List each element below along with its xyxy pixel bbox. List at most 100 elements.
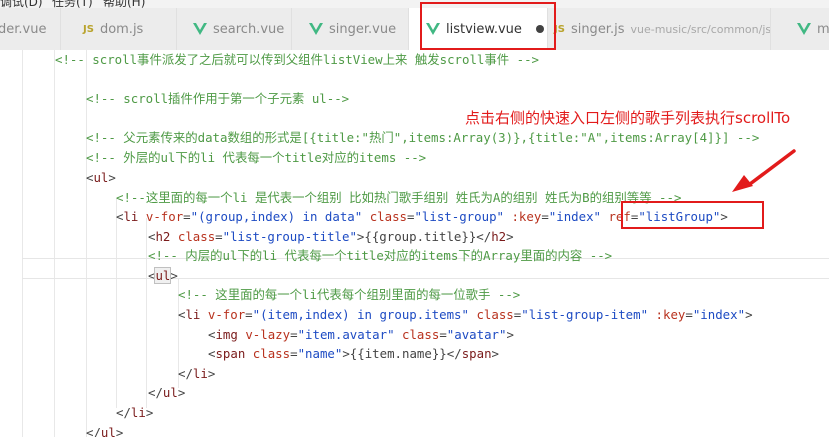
code-text: >: [506, 327, 514, 342]
tab-dom-js[interactable]: JS dom.js: [61, 8, 177, 50]
tab-label: dom.js: [99, 21, 144, 37]
code-tag: li: [185, 307, 201, 322]
vue-logo-icon: [309, 23, 323, 35]
code-tag: ul: [93, 170, 109, 185]
tab-singer-js[interactable]: JS singer.js vue-music/src/common/js: [548, 8, 771, 50]
code-string: "avatar": [446, 327, 507, 342]
code-line[interactable]: </li>: [116, 403, 153, 422]
code-text: >{{group.title}}</: [356, 229, 492, 244]
code-string: "name": [297, 346, 343, 361]
menu-item-debug[interactable]: 调试(D): [0, 0, 43, 8]
code-string: "item.avatar": [297, 327, 395, 342]
code-text: >: [177, 385, 186, 400]
code-tag: ul: [162, 385, 178, 400]
vue-logo-icon: [797, 23, 811, 35]
code-tag: span: [461, 346, 492, 361]
code-text: =: [215, 229, 223, 244]
menu-item-tasks[interactable]: 任务(T): [52, 0, 93, 8]
code-line[interactable]: </ul>: [148, 383, 185, 402]
current-line-border: [22, 278, 829, 279]
code-text: </: [116, 405, 131, 420]
code-attribute: class: [369, 209, 407, 224]
annotation-text: 点击右侧的快速入口左侧的歌手列表执行scrollTo: [465, 109, 791, 127]
indent-guide: [146, 218, 147, 408]
tab-singer-vue[interactable]: singer.vue: [292, 8, 409, 50]
tab-search-vue[interactable]: search.vue: [177, 8, 292, 50]
code-line[interactable]: <!-- 父元素传来的data数组的形式是[{title:"热门",items:…: [86, 128, 759, 147]
indent-guide: [54, 50, 55, 437]
menu-bar: 调试(D) 任务(T) 帮助(H): [0, 0, 829, 8]
code-comment: <!-- 父元素传来的data数组的形式是[{title:"热门",items:…: [86, 130, 760, 145]
code-line[interactable]: </li>: [178, 364, 215, 383]
code-line[interactable]: <!-- 这里面的每一个li代表每个组别里面的每一位歌手 -->: [178, 285, 520, 304]
code-tag: li: [130, 405, 146, 420]
code-text: >: [207, 366, 216, 381]
code-line[interactable]: <!-- 内层的ul下的li 代表每一个title对应的items下的Array…: [148, 246, 612, 265]
code-line[interactable]: <ul>: [148, 266, 178, 285]
tab-label: singer.vue: [329, 21, 397, 37]
code-comment: <!-- scroll事件派发了之后就可以传到父组件listView上来 触发s…: [55, 52, 539, 67]
code-text: </: [178, 366, 193, 381]
code-string: "index": [692, 307, 746, 322]
js-file-icon: JS: [83, 23, 94, 35]
tab-label: der.vue: [0, 21, 47, 37]
code-string: "list-group-item": [521, 307, 649, 322]
code-line[interactable]: <h2 class="list-group-title">{{group.tit…: [148, 227, 514, 246]
code-line[interactable]: <!-- scroll插件作用于第一个子元素 ul-->: [86, 89, 349, 108]
code-string: "list-group": [414, 209, 504, 224]
code-line[interactable]: </ul>: [86, 423, 123, 437]
code-line[interactable]: <ul>: [86, 168, 116, 187]
code-text: >: [745, 307, 753, 322]
menu-item-help[interactable]: 帮助(H): [103, 0, 145, 8]
code-line[interactable]: <!-- scroll事件派发了之后就可以传到父组件listView上来 触发s…: [55, 50, 539, 69]
code-line[interactable]: <!-- 外层的ul下的li 代表每一个title对应的items -->: [86, 148, 426, 167]
code-line[interactable]: <!--这里面的每一个li 是代表一个组别 比如热门歌手组别 姓氏为A的组别 姓…: [116, 188, 681, 207]
tab-label: m: [817, 21, 829, 37]
code-text: >: [145, 405, 154, 420]
code-tag: ul: [154, 267, 172, 284]
code-tag: h2: [155, 229, 171, 244]
code-line[interactable]: <li v-for="(item,index) in group.items" …: [178, 305, 753, 324]
code-tag: li: [123, 209, 139, 224]
code-attribute: class: [177, 229, 216, 244]
code-text: >: [506, 229, 514, 244]
code-attribute: v-for: [145, 209, 184, 224]
editor-tab-bar: der.vue JS dom.js search.vue singer.vue …: [0, 8, 829, 50]
code-comment: <!-- 外层的ul下的li 代表每一个title对应的items -->: [86, 150, 427, 165]
code-line[interactable]: <span class="name">{{item.name}}</span>: [208, 344, 499, 363]
indent-guide: [116, 198, 117, 408]
code-comment: <!--这里面的每一个li 是代表一个组别 比如热门歌手组别 姓氏为A的组别 姓…: [116, 190, 682, 205]
code-tag: ul: [100, 425, 116, 437]
annotation-arrow-icon: [732, 149, 796, 192]
indent-guide: [22, 50, 23, 437]
tab-der-vue[interactable]: der.vue: [0, 8, 61, 50]
code-string: "(group,index) in data": [190, 209, 363, 224]
code-text: >: [491, 346, 499, 361]
code-attribute: :key: [655, 307, 686, 322]
code-line[interactable]: <img v-lazy="item.avatar" class="avatar"…: [208, 325, 514, 344]
ref-highlight-box: [621, 201, 764, 229]
code-text: =: [685, 307, 693, 322]
code-comment: <!-- 内层的ul下的li 代表每一个title对应的items下的Array…: [148, 248, 613, 263]
code-string: "list-group-title": [222, 229, 357, 244]
code-tag: img: [215, 327, 238, 342]
code-attribute: v-for: [207, 307, 246, 322]
code-text: =: [290, 346, 298, 361]
code-attribute: v-lazy: [245, 327, 291, 342]
code-tag: li: [192, 366, 208, 381]
active-tab-highlight-box: [420, 2, 556, 50]
code-attribute: class: [252, 346, 291, 361]
code-comment: <!-- 这里面的每一个li代表每个组别里面的每一位歌手 -->: [178, 287, 521, 302]
tab-m[interactable]: m: [771, 8, 829, 50]
tab-label: search.vue: [213, 21, 285, 37]
code-text: =: [541, 209, 549, 224]
code-attribute: :key: [511, 209, 542, 224]
code-attribute: class: [476, 307, 514, 322]
indent-guide: [86, 50, 87, 437]
